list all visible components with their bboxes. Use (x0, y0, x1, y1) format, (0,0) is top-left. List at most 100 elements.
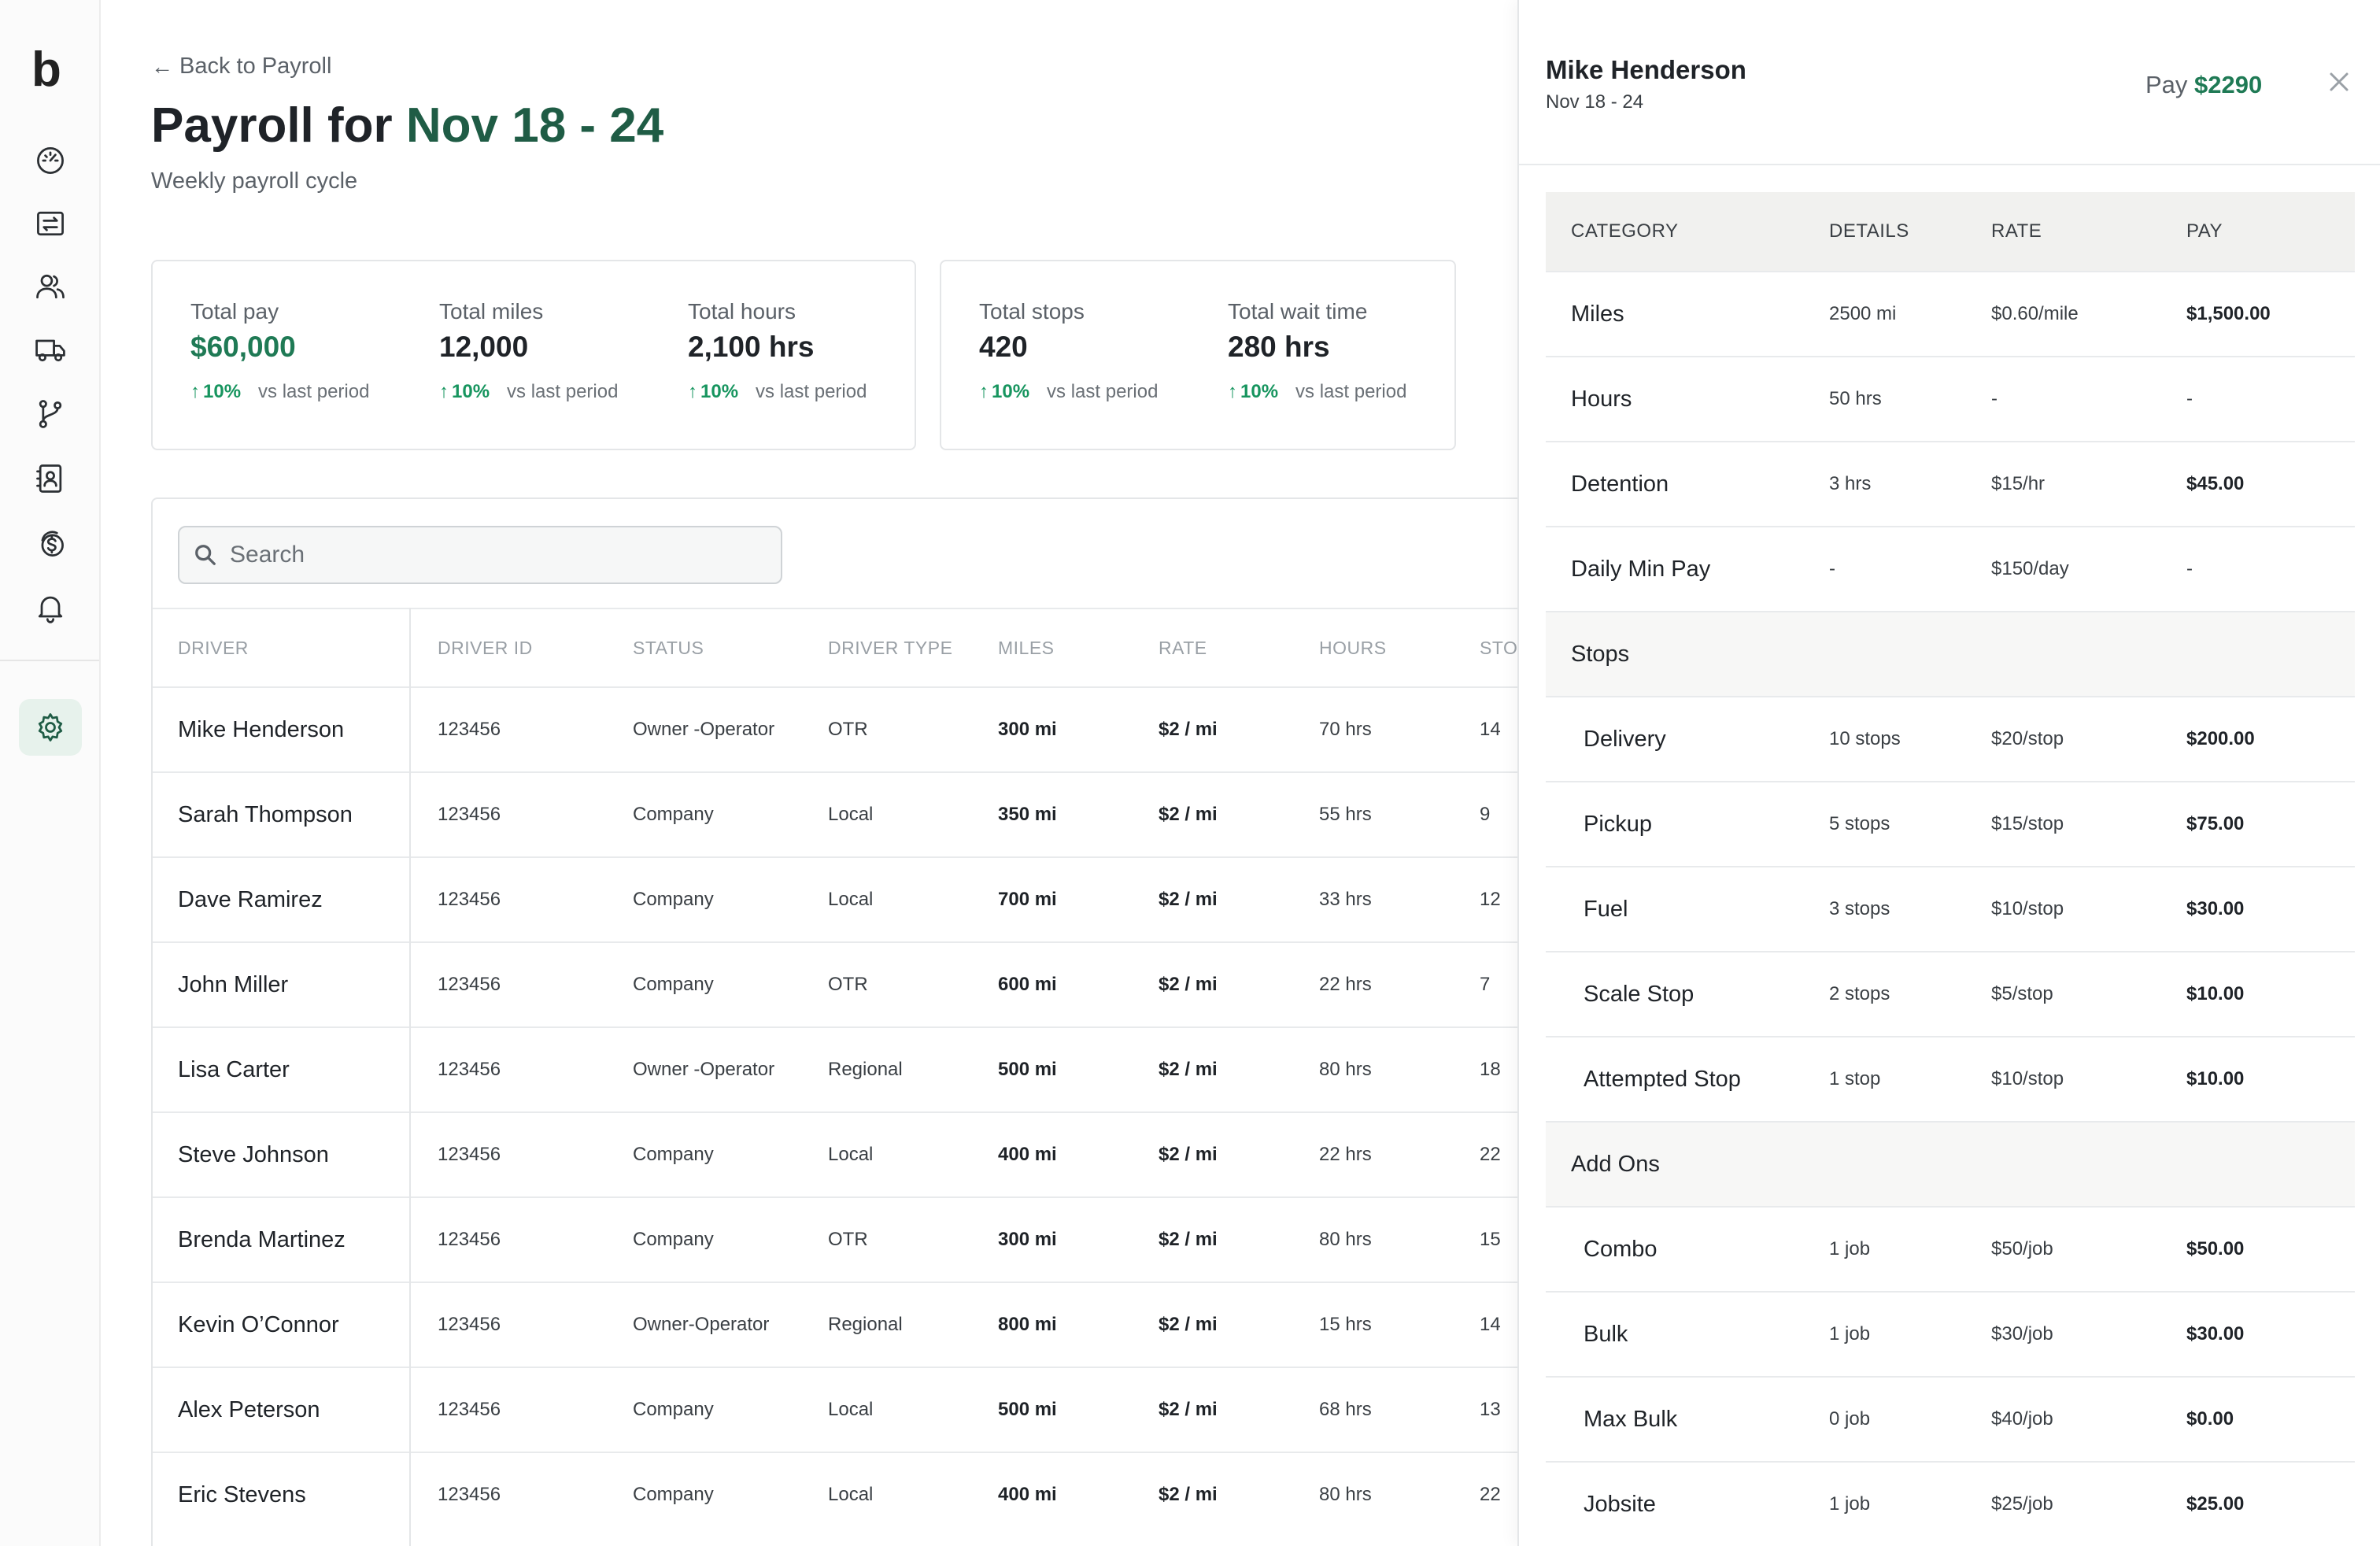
panel-pay-label: Pay (2145, 71, 2188, 98)
table-row[interactable]: Steve Johnson 123456 Company Local 400 mi $2 … (153, 1111, 1566, 1196)
search-input[interactable] (230, 542, 765, 568)
nav-route-icon[interactable] (28, 392, 72, 436)
breakdown-rate: $30/job (1991, 1323, 2053, 1344)
column-header-stops[interactable]: STO (1480, 609, 1517, 686)
search-field[interactable] (178, 526, 782, 584)
breakdown-pay: $10.00 (2186, 1068, 2245, 1089)
table-row[interactable]: Kevin O’Connor 123456 Owner-Operator Region… (153, 1282, 1566, 1367)
panel-pay-amount: $2290 (2194, 71, 2263, 98)
breakdown-pay: $0.00 (2186, 1408, 2234, 1429)
breakdown-category: Add Ons (1571, 1151, 1660, 1177)
breakdown-row: Combo 1 job $50/job $50.00 (1546, 1206, 2355, 1291)
cell-miles: 300 mi (998, 1229, 1057, 1250)
breakdown-details: 2 stops (1829, 983, 1890, 1004)
search-icon (195, 545, 216, 565)
stat-trend-value: 10% (203, 381, 242, 402)
cell-driver-id: 123456 (438, 1059, 501, 1080)
stat-value: 2,100 hrs (688, 331, 815, 363)
cell-rate: $2 / mi (1159, 1314, 1218, 1335)
table-row[interactable]: John Miller 123456 Company OTR 600 mi $2 / mi… (153, 941, 1566, 1026)
column-header-status[interactable]: STATUS (633, 609, 704, 686)
cell-hours: 68 hrs (1319, 1399, 1372, 1420)
cell-driver-name: Dave Ramirez (178, 886, 323, 912)
table-row[interactable]: Sarah Thompson 123456 Company Local 350 mi $2… (153, 771, 1566, 856)
column-header-hours[interactable]: HOURS (1319, 609, 1387, 686)
cell-stops: 14 (1480, 719, 1501, 740)
breakdown-details: 50 hrs (1829, 388, 1882, 409)
table-row[interactable]: Mike Henderson 123456 Owner -Operator OTR 30… (153, 686, 1566, 771)
close-icon (2330, 72, 2349, 91)
cell-rate: $2 / mi (1159, 1399, 1218, 1420)
arrow-up-icon: ↑ (1228, 381, 1237, 402)
close-panel-button[interactable] (2325, 68, 2353, 96)
breakdown-row: Detention 3 hrs $15/hr $45.00 (1546, 441, 2355, 526)
breakdown-category: Miles (1571, 301, 1624, 327)
cell-rate: $2 / mi (1159, 719, 1218, 740)
cell-driver-type: Local (828, 1484, 874, 1505)
nav-truck-icon[interactable] (28, 327, 72, 372)
breakdown-category: Pickup (1584, 811, 1653, 837)
breakdown-pay: $45.00 (2186, 473, 2245, 494)
stat-label: Total hours (688, 299, 796, 324)
stat-total-stops: Total stops 420 ↑ 10% vs last period (979, 299, 1158, 403)
stat-label: Total wait time (1228, 299, 1368, 324)
breakdown-category: Max Bulk (1584, 1406, 1678, 1432)
cell-driver-id: 123456 (438, 974, 501, 995)
stat-total-pay: Total pay $60,000 ↑ 10% vs last period (190, 299, 369, 403)
stat-total-wait-time: Total wait time 280 hrs ↑ 10% vs last pe… (1228, 299, 1406, 403)
breakdown-details: 1 stop (1829, 1068, 1881, 1089)
table-row[interactable]: Brenda Martinez 123456 Company OTR 300 mi $2 … (153, 1196, 1566, 1282)
page-title: Payroll for Nov 18 - 24 (151, 98, 663, 153)
stat-value: 420 (979, 331, 1028, 363)
stat-trend-value: 10% (1240, 381, 1279, 402)
nav-users-icon[interactable] (28, 264, 72, 309)
nav-coins-icon[interactable] (28, 521, 72, 565)
stat-trend: ↑ 10% vs last period (688, 381, 867, 403)
cell-driver-name: Kevin O’Connor (178, 1311, 339, 1337)
cell-hours: 33 hrs (1319, 889, 1372, 910)
breakdown-row: Delivery 10 stops $20/stop $200.00 (1546, 696, 2355, 781)
cell-hours: 22 hrs (1319, 1144, 1372, 1165)
breakdown-details: 10 stops (1829, 728, 1901, 749)
nav-dashboard-gauge-icon[interactable] (28, 139, 72, 183)
breakdown-details: 3 hrs (1829, 473, 1872, 494)
table-header-row: DRIVER DRIVER ID STATUS DRIVER TYPE MILE… (153, 608, 1566, 686)
cell-stops: 14 (1480, 1314, 1501, 1335)
cell-status: Owner -Operator (633, 719, 775, 740)
breakdown-category: Daily Min Pay (1571, 556, 1711, 582)
column-header-driver-id[interactable]: DRIVER ID (438, 609, 533, 686)
cell-status: Company (633, 974, 714, 995)
stat-total-miles: Total miles 12,000 ↑ 10% vs last period (439, 299, 618, 403)
cell-driver-type: Local (828, 804, 874, 825)
nav-settings-gear-icon[interactable] (19, 699, 82, 756)
column-header-rate[interactable]: RATE (1159, 609, 1207, 686)
breakdown-details: 1 job (1829, 1323, 1871, 1344)
stats-card-primary: Total pay $60,000 ↑ 10% vs last period T… (151, 260, 916, 450)
breakdown-pay: $30.00 (2186, 1323, 2245, 1344)
nav-contacts-icon[interactable] (28, 457, 72, 501)
app-logo[interactable]: b (31, 46, 61, 94)
breakdown-pay: $200.00 (2186, 728, 2255, 749)
back-to-payroll-link[interactable]: ← Back to Payroll (151, 54, 331, 80)
cell-stops: 15 (1480, 1229, 1501, 1250)
arrow-up-icon: ↑ (190, 381, 200, 402)
nav-bell-icon[interactable] (28, 586, 72, 630)
breakdown-section-row: Stops (1546, 611, 2355, 696)
breakdown-category: Attempted Stop (1584, 1066, 1741, 1092)
breakdown-row: Bulk 1 job $30/job $30.00 (1546, 1291, 2355, 1376)
nav-transfer-icon[interactable] (28, 202, 72, 246)
breakdown-details: 3 stops (1829, 898, 1890, 919)
cell-status: Company (633, 1144, 714, 1165)
table-row[interactable]: Dave Ramirez 123456 Company Local 700 mi $2 /… (153, 856, 1566, 941)
cell-status: Company (633, 1229, 714, 1250)
panel-header-divider (1519, 164, 2380, 165)
cell-rate: $2 / mi (1159, 889, 1218, 910)
stat-label: Total miles (439, 299, 544, 324)
column-header-driver[interactable]: DRIVER (178, 609, 249, 686)
column-header-driver-type[interactable]: DRIVER TYPE (828, 609, 952, 686)
stat-trend-note: vs last period (756, 381, 867, 402)
table-row[interactable]: Lisa Carter 123456 Owner -Operator Regional… (153, 1026, 1566, 1111)
table-row[interactable]: Eric Stevens 123456 Company Local 400 mi $2 /… (153, 1452, 1566, 1537)
table-row[interactable]: Alex Peterson 123456 Company Local 500 mi $2 … (153, 1367, 1566, 1452)
column-header-miles[interactable]: MILES (998, 609, 1055, 686)
